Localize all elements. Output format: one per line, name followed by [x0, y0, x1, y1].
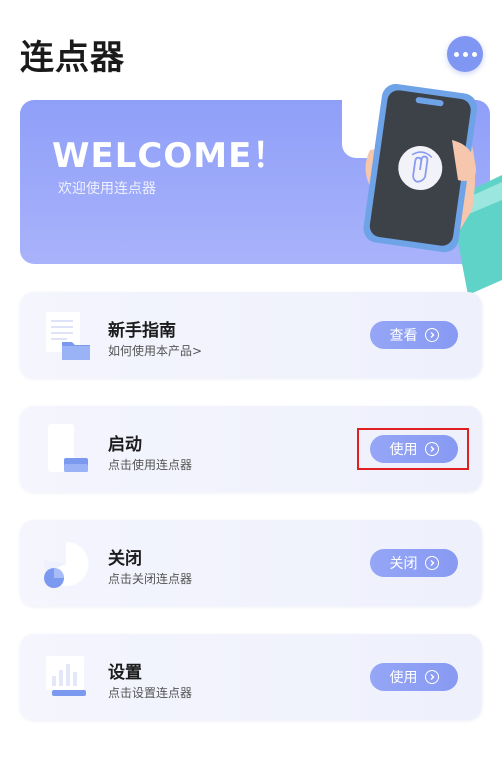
welcome-subtitle: 欢迎使用连点器 [58, 181, 156, 197]
card-subtitle: 点击设置连点器 [108, 686, 193, 700]
card-subtitle: 点击关闭连点器 [108, 572, 193, 586]
settings-use-button[interactable]: 使用 [370, 663, 458, 691]
more-options-button[interactable] [447, 36, 483, 72]
button-label: 关闭 [389, 556, 418, 572]
highlight-box [357, 428, 469, 470]
more-dots-icon [453, 51, 459, 57]
chevron-right-icon [424, 328, 439, 342]
pie-chart-icon [42, 536, 94, 590]
card-title: 启动 [108, 435, 142, 455]
card-settings: 设置 点击设置连点器 使用 [20, 634, 482, 720]
phone-illustration [350, 80, 502, 300]
welcome-headline: WELCOME！ [52, 136, 288, 176]
card-beginner-guide: 新手指南 如何使用本产品> 查看 [20, 292, 482, 378]
chevron-right-icon [424, 670, 439, 684]
card-title: 设置 [108, 663, 142, 683]
phone-start-icon [42, 422, 94, 476]
chevron-right-icon [424, 556, 439, 570]
settings-chart-icon [42, 650, 94, 704]
card-close: 关闭 点击关闭连点器 关闭 [20, 520, 482, 606]
card-subtitle: 如何使用本产品> [108, 344, 203, 358]
card-title: 新手指南 [108, 321, 176, 341]
more-dot-2 [462, 51, 468, 57]
button-label: 查看 [389, 328, 418, 344]
card-subtitle: 点击使用连点器 [108, 458, 193, 472]
view-button[interactable]: 查看 [370, 321, 458, 349]
more-dot-3 [471, 51, 477, 57]
document-folder-icon [42, 308, 94, 362]
page-title: 连点器 [20, 38, 125, 78]
button-label: 使用 [389, 670, 418, 686]
card-title: 关闭 [108, 549, 142, 569]
close-button[interactable]: 关闭 [370, 549, 458, 577]
